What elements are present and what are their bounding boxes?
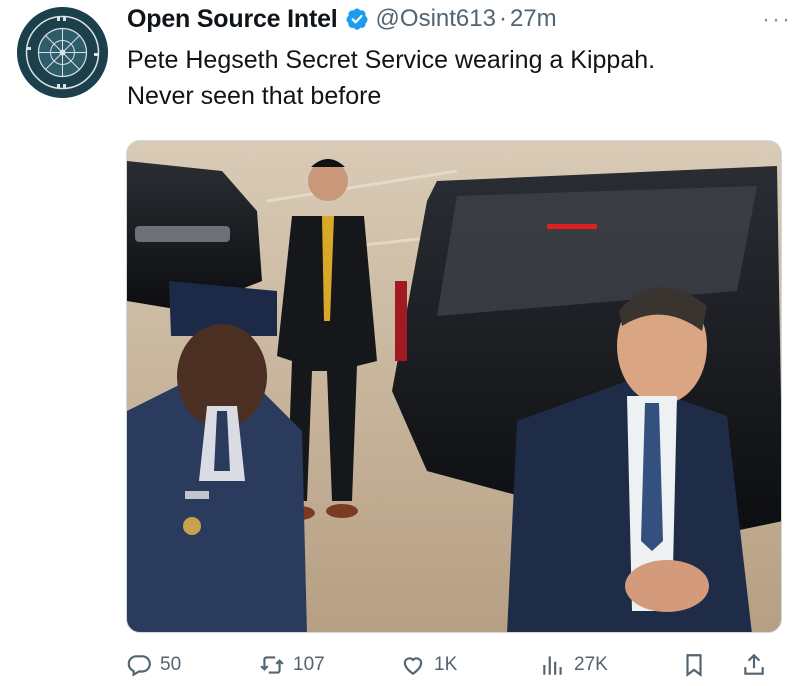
reply-icon [127,655,151,677]
tweet-header: Open Source Intel @Osint613 · 27m [127,2,787,36]
avatar[interactable] [17,7,108,98]
photo-illustration [127,141,781,632]
tweet-text-line-2: Never seen that before [127,82,382,110]
tweet-text-line-1: Pete Hegseth Secret Service wearing a Ki… [127,46,656,74]
retweet-button[interactable]: 107 [259,645,325,685]
views-chart-icon [543,656,562,675]
osint-logo-icon [17,7,108,98]
reply-count: 50 [160,654,182,675]
tweet-text: Pete Hegseth Secret Service wearing a Ki… [127,42,787,114]
views-button[interactable]: 27K [540,645,608,685]
action-bar: 50 107 1K 27K [126,645,786,685]
share-button[interactable] [741,645,767,685]
heart-icon [403,657,423,675]
like-count: 1K [434,654,458,675]
retweet-icon [260,656,284,674]
bookmark-button[interactable] [681,645,707,685]
separator-dot: · [498,5,507,32]
more-options-icon[interactable]: ··· [762,6,792,34]
timestamp[interactable]: 27m [510,5,557,33]
display-name[interactable]: Open Source Intel [127,5,338,34]
retweet-count: 107 [293,654,325,675]
reply-button[interactable]: 50 [126,645,181,685]
tweet-photo[interactable] [126,140,782,633]
share-icon [744,653,764,675]
verified-badge-icon[interactable] [345,7,369,31]
bookmark-icon [686,654,702,677]
handle[interactable]: @Osint613 [376,5,496,33]
view-count: 27K [574,654,608,675]
like-button[interactable]: 1K [400,645,457,685]
